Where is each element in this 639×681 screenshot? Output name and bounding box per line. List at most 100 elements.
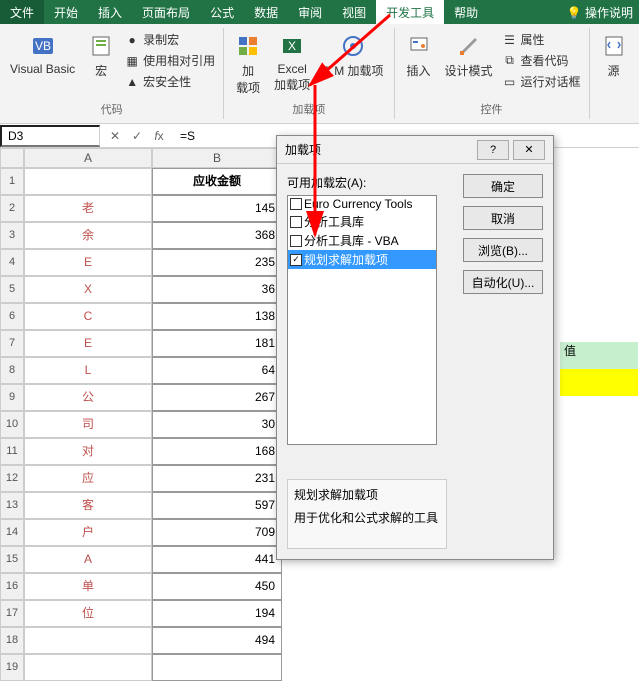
cell[interactable]: 181 <box>152 330 282 357</box>
tab-pagelayout[interactable]: 页面布局 <box>132 0 200 24</box>
cell[interactable]: 应 <box>24 465 152 492</box>
cell[interactable]: 公 <box>24 384 152 411</box>
cell[interactable]: 应收金额 <box>152 168 282 195</box>
checkbox-icon[interactable] <box>290 198 302 210</box>
source-button[interactable]: 源 <box>596 30 632 81</box>
cancel-button[interactable]: 取消 <box>463 206 543 230</box>
checkbox-icon[interactable]: ✓ <box>290 254 302 266</box>
col-header-b[interactable]: B <box>152 148 282 168</box>
cell[interactable]: 235 <box>152 249 282 276</box>
tab-data[interactable]: 数据 <box>244 0 288 24</box>
row-header[interactable]: 5 <box>0 276 24 303</box>
tab-file[interactable]: 文件 <box>0 0 44 24</box>
macro-button[interactable]: 宏 <box>83 30 119 81</box>
cell[interactable]: 64 <box>152 357 282 384</box>
tab-formulas[interactable]: 公式 <box>200 0 244 24</box>
row-header[interactable]: 9 <box>0 384 24 411</box>
row-header[interactable]: 4 <box>0 249 24 276</box>
row-header[interactable]: 10 <box>0 411 24 438</box>
row-header[interactable]: 19 <box>0 654 24 681</box>
cell[interactable]: E <box>24 330 152 357</box>
name-box[interactable] <box>0 125 100 147</box>
cell[interactable]: 709 <box>152 519 282 546</box>
addins-button[interactable]: 加 载项 <box>230 30 266 98</box>
row-header[interactable]: 2 <box>0 195 24 222</box>
visual-basic-button[interactable]: VB Visual Basic <box>6 30 79 78</box>
addin-list-item[interactable]: Euro Currency Tools <box>288 196 436 212</box>
automation-button[interactable]: 自动化(U)... <box>463 270 543 294</box>
cell[interactable] <box>24 627 152 654</box>
row-header[interactable]: 1 <box>0 168 24 195</box>
tab-developer[interactable]: 开发工具 <box>376 0 444 24</box>
row-header[interactable]: 8 <box>0 357 24 384</box>
tab-help[interactable]: 帮助 <box>444 0 488 24</box>
record-macro-button[interactable]: ●录制宏 <box>123 30 217 49</box>
tab-view[interactable]: 视图 <box>332 0 376 24</box>
cell[interactable]: 138 <box>152 303 282 330</box>
addins-listbox[interactable]: Euro Currency Tools分析工具库分析工具库 - VBA✓规划求解… <box>287 195 437 445</box>
tab-home[interactable]: 开始 <box>44 0 88 24</box>
view-code-button[interactable]: ⧉查看代码 <box>501 51 583 70</box>
checkbox-icon[interactable] <box>290 235 302 247</box>
design-mode-button[interactable]: 设计模式 <box>441 30 497 81</box>
cell[interactable]: 户 <box>24 519 152 546</box>
row-header[interactable]: 13 <box>0 492 24 519</box>
fx-button[interactable]: fx <box>150 127 168 145</box>
cell[interactable]: 145 <box>152 195 282 222</box>
cell[interactable]: 老 <box>24 195 152 222</box>
cell[interactable] <box>24 168 152 195</box>
row-header[interactable]: 11 <box>0 438 24 465</box>
cell[interactable]: C <box>24 303 152 330</box>
cell[interactable]: 368 <box>152 222 282 249</box>
cell[interactable]: 450 <box>152 573 282 600</box>
browse-button[interactable]: 浏览(B)... <box>463 238 543 262</box>
excel-addins-button[interactable]: X Excel 加载项 <box>270 30 314 95</box>
com-addins-button[interactable]: C M 加载项 <box>318 30 387 81</box>
row-header[interactable]: 6 <box>0 303 24 330</box>
tab-insert[interactable]: 插入 <box>88 0 132 24</box>
cell[interactable]: X <box>24 276 152 303</box>
col-header-a[interactable]: A <box>24 148 152 168</box>
cell[interactable] <box>152 654 282 681</box>
cell[interactable]: 对 <box>24 438 152 465</box>
cell[interactable]: 30 <box>152 411 282 438</box>
addin-list-item[interactable]: 分析工具库 <box>288 212 436 231</box>
tab-review[interactable]: 审阅 <box>288 0 332 24</box>
row-header[interactable]: 18 <box>0 627 24 654</box>
cell[interactable]: 231 <box>152 465 282 492</box>
cell[interactable]: 597 <box>152 492 282 519</box>
cell[interactable]: E <box>24 249 152 276</box>
cell[interactable]: 168 <box>152 438 282 465</box>
select-all-corner[interactable] <box>0 148 24 168</box>
cell[interactable]: L <box>24 357 152 384</box>
row-header[interactable]: 3 <box>0 222 24 249</box>
cell[interactable]: 267 <box>152 384 282 411</box>
addin-list-item[interactable]: ✓规划求解加载项 <box>288 250 436 269</box>
cell[interactable]: 单 <box>24 573 152 600</box>
macro-security-button[interactable]: ▲宏安全性 <box>123 72 217 91</box>
dialog-help-button[interactable]: ? <box>477 140 509 160</box>
row-header[interactable]: 14 <box>0 519 24 546</box>
cell[interactable]: 客 <box>24 492 152 519</box>
insert-control-button[interactable]: 插入 <box>401 30 437 81</box>
cell[interactable]: 余 <box>24 222 152 249</box>
cell[interactable]: 36 <box>152 276 282 303</box>
tellme-button[interactable]: 💡 操作说明 <box>561 0 639 24</box>
row-header[interactable]: 16 <box>0 573 24 600</box>
relative-ref-button[interactable]: ▦使用相对引用 <box>123 51 217 70</box>
cell[interactable]: 494 <box>152 627 282 654</box>
cell[interactable]: 441 <box>152 546 282 573</box>
checkbox-icon[interactable] <box>290 216 302 228</box>
addin-list-item[interactable]: 分析工具库 - VBA <box>288 231 436 250</box>
dialog-close-button[interactable]: ✕ <box>513 140 545 160</box>
row-header[interactable]: 15 <box>0 546 24 573</box>
row-header[interactable]: 12 <box>0 465 24 492</box>
ok-button[interactable]: 确定 <box>463 174 543 198</box>
cell[interactable]: 司 <box>24 411 152 438</box>
cancel-formula-button[interactable]: ✕ <box>106 127 124 145</box>
row-header[interactable]: 7 <box>0 330 24 357</box>
confirm-formula-button[interactable]: ✓ <box>128 127 146 145</box>
run-dialog-button[interactable]: ▭运行对话框 <box>501 72 583 91</box>
properties-button[interactable]: ☰属性 <box>501 30 583 49</box>
cell[interactable]: A <box>24 546 152 573</box>
